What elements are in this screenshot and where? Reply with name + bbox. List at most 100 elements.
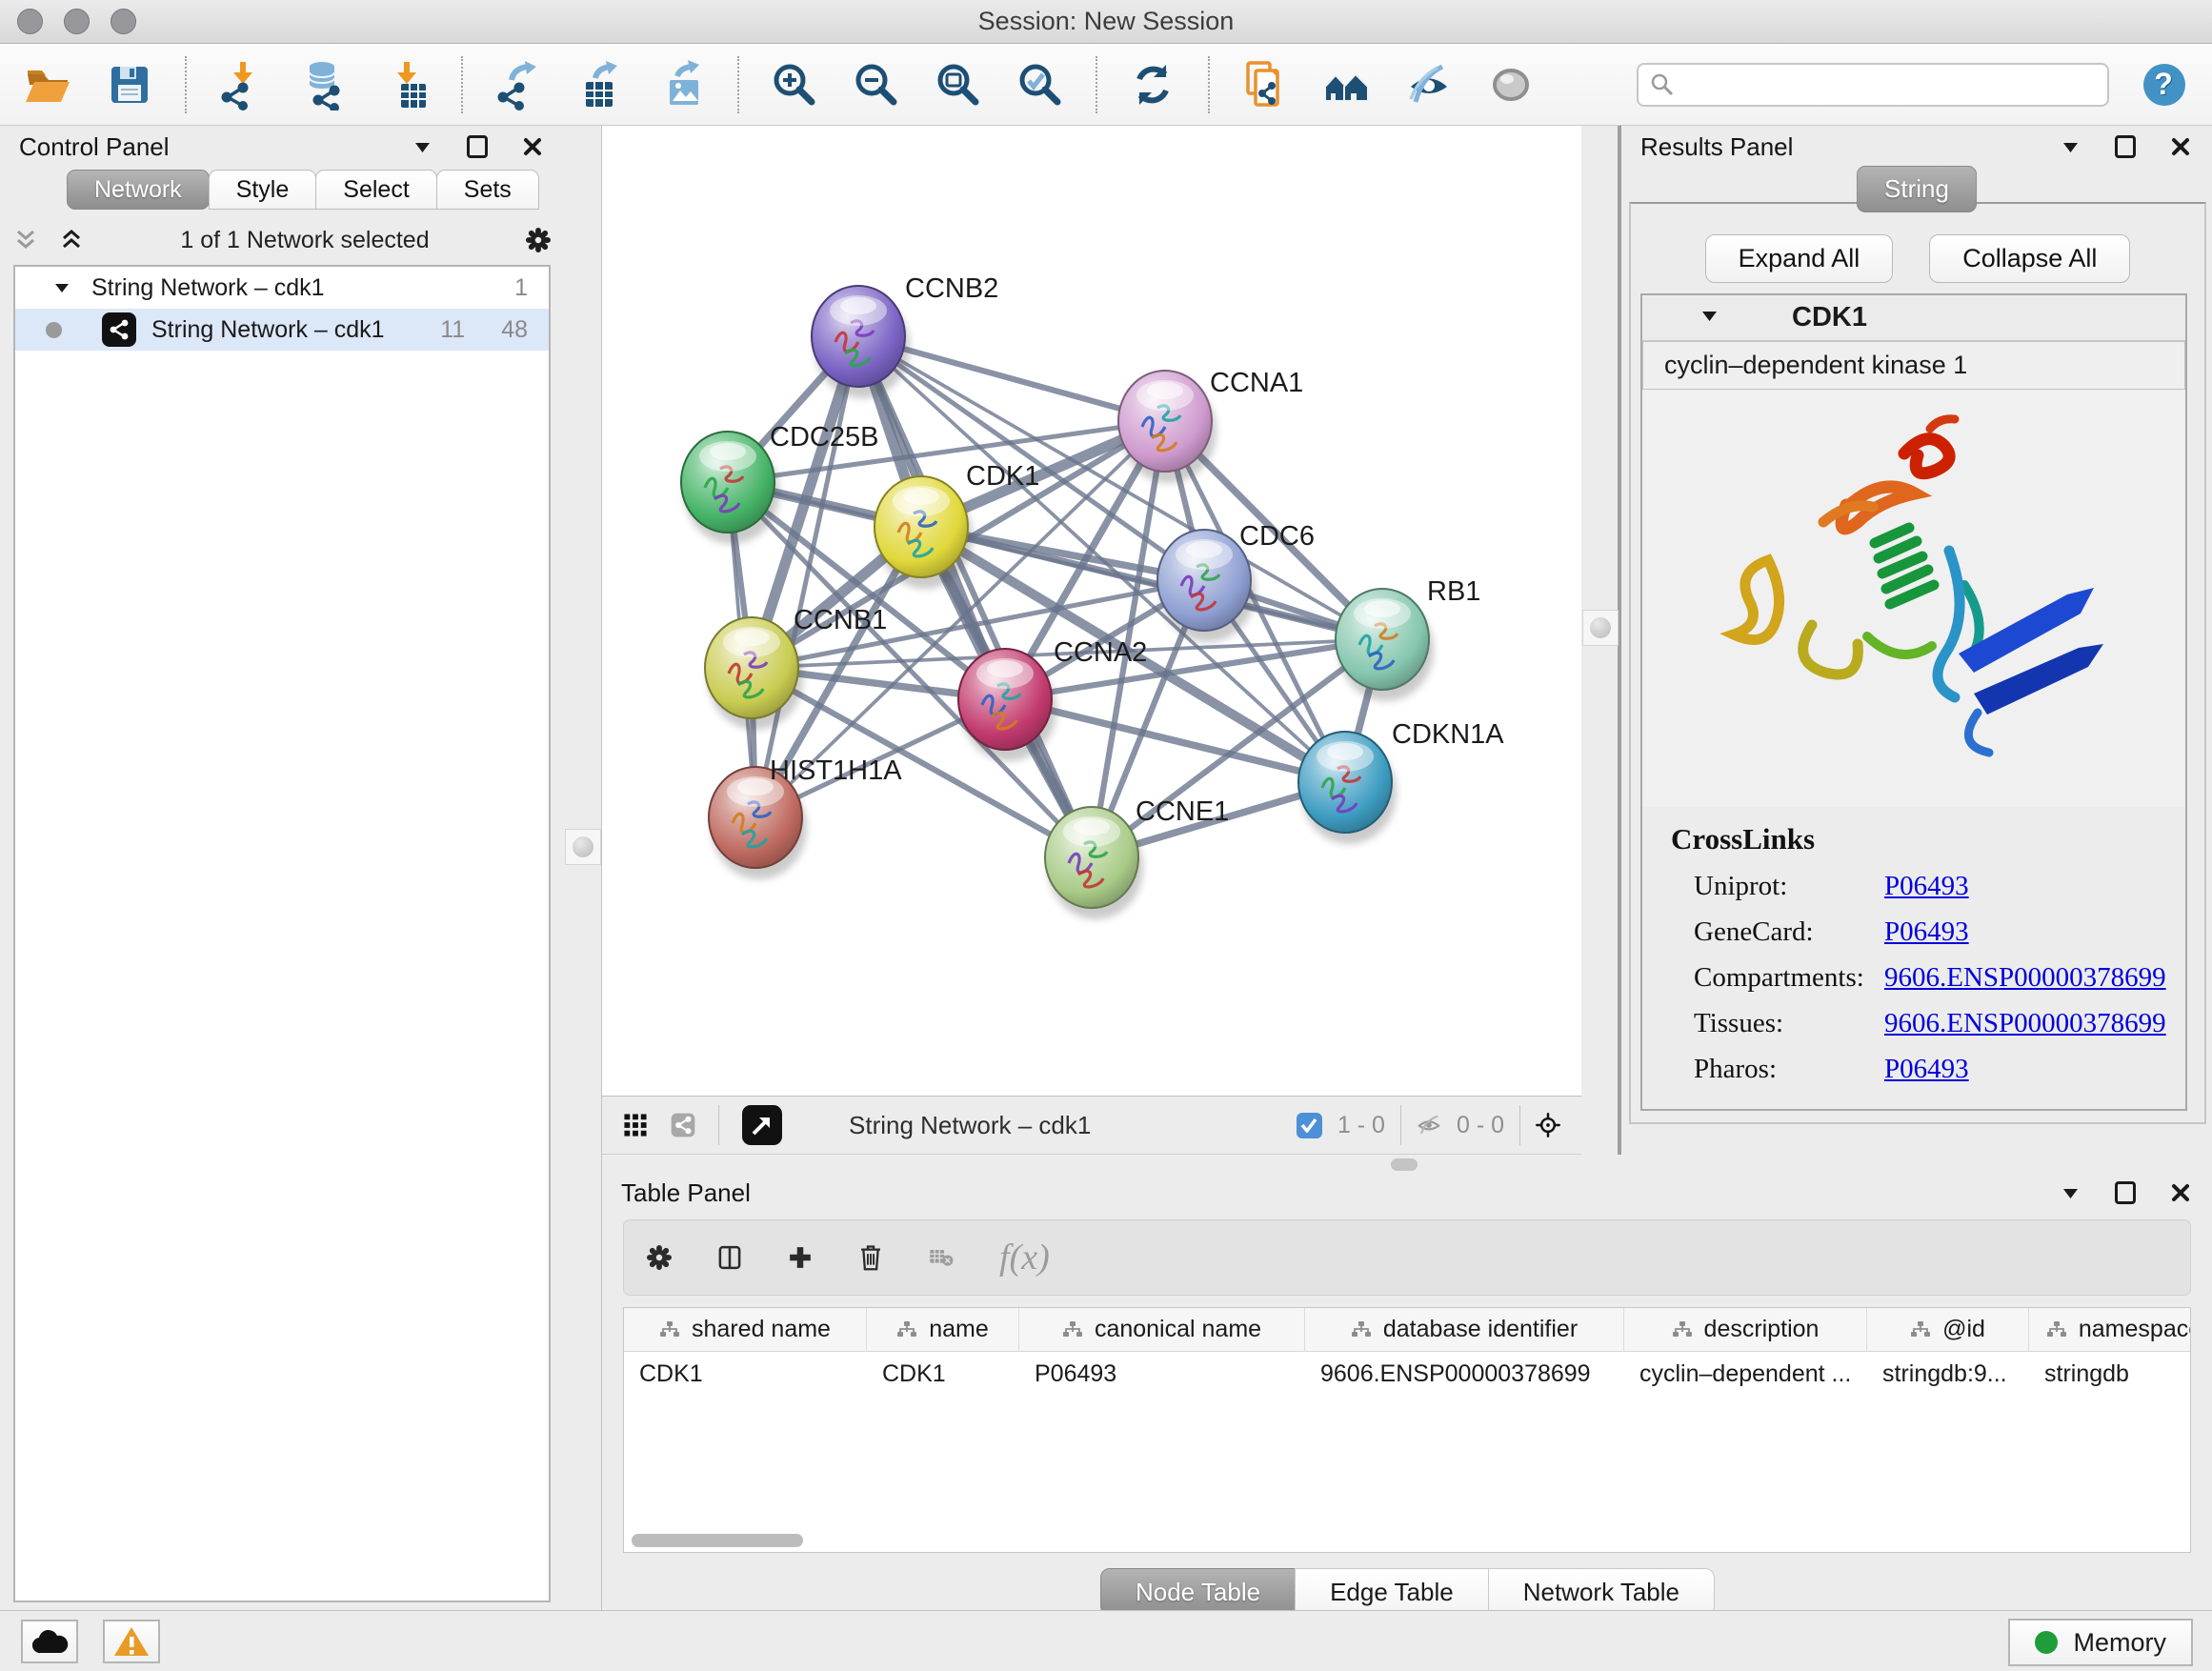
status-bar: Memory [0,1610,2212,1671]
crosslink-link[interactable]: P06493 [1884,916,1969,948]
cloud-icon [30,1628,69,1655]
network-node-CDKN1A[interactable] [1298,732,1397,844]
birds-eye-view-icon[interactable] [1536,1113,1560,1137]
warnings-button[interactable] [103,1620,160,1663]
detach-view-icon[interactable] [742,1105,782,1145]
network-node-CDC25B[interactable] [681,432,779,544]
export-table-icon[interactable] [573,58,627,111]
collapse-all-button[interactable]: Collapse All [1929,234,2130,283]
network-view-list-icon[interactable] [671,1113,695,1137]
horizontal-splitter-knob[interactable] [1391,1158,1418,1171]
zoom-fit-content-icon[interactable] [932,58,985,111]
table-panel: Table Panel f(x) [602,1172,2212,1610]
tab-string[interactable]: String [1857,166,1977,212]
show-columns-icon[interactable] [717,1245,742,1270]
network-node-CCNE1[interactable] [1045,807,1143,919]
table-tabs: Node Table Edge Table Network Table [602,1568,2212,1616]
panel-menu-icon[interactable] [2058,1180,2082,1205]
panel-menu-icon[interactable] [410,134,434,159]
collapse-all-networks-icon[interactable] [13,228,38,252]
show-graphics-details-icon[interactable] [1320,58,1374,111]
left-splitter[interactable] [564,126,602,1610]
import-network-from-file-icon[interactable] [215,58,269,111]
table-settings-gear-icon[interactable] [647,1245,672,1270]
title-bar: Session: New Session [0,0,2212,44]
tab-sets[interactable]: Sets [436,170,539,210]
panel-float-icon[interactable] [2113,1180,2138,1205]
memory-button[interactable]: Memory [2008,1619,2193,1666]
search-input[interactable] [1682,70,2096,98]
table-cell: P06493 [1019,1360,1305,1388]
section-collapse-icon[interactable] [1701,310,1718,327]
network-edge[interactable] [755,336,858,817]
function-builder-icon[interactable]: f(x) [999,1237,1050,1278]
expand-all-button[interactable]: Expand All [1705,234,1894,283]
crosslinks-section: CrossLinks Uniprot:P06493GeneCard:P06493… [1642,807,2185,1085]
crosslink-link[interactable]: P06493 [1884,1054,1969,1085]
tab-node-table[interactable]: Node Table [1100,1568,1296,1616]
export-image-icon[interactable] [655,58,709,111]
network-collection-row[interactable]: String Network – cdk1 1 [15,267,549,309]
zoom-out-icon[interactable] [850,58,903,111]
hide-selected-icon[interactable] [1402,58,1456,111]
network-node-CDK1[interactable] [875,476,973,589]
table-row[interactable]: CDK1CDK1P064939606.ENSP00000378699cyclin… [624,1352,2190,1396]
open-session-icon[interactable] [21,58,74,111]
tab-style[interactable]: Style [209,170,317,210]
column-header-name[interactable]: name [867,1308,1019,1351]
column-header-namespace[interactable]: namespace [2029,1308,2191,1351]
zoom-selected-icon[interactable] [1014,58,1067,111]
column-header-description[interactable]: description [1624,1308,1867,1351]
tree-expand-icon[interactable] [50,275,74,300]
search-box [1637,63,2109,107]
network-node-CCNA1[interactable] [1118,371,1217,483]
import-network-from-database-icon[interactable] [297,58,351,111]
export-network-icon[interactable] [492,58,545,111]
expand-all-networks-icon[interactable] [59,228,84,252]
tab-edge-table[interactable]: Edge Table [1295,1568,1489,1616]
right-splitter-knob[interactable] [1582,610,1619,646]
crosslink-link[interactable]: 9606.ENSP00000378699 [1884,1008,2166,1039]
network-options-gear-icon[interactable] [526,228,551,252]
network-node-CCNB2[interactable] [812,286,910,398]
panel-close-icon[interactable] [2168,1180,2193,1205]
column-header-shared-name[interactable]: shared name [624,1308,867,1351]
delete-table-icon-disabled[interactable] [929,1245,954,1270]
selected-nodes-checkbox-icon[interactable] [1297,1113,1322,1138]
crosslink-link[interactable]: 9606.ENSP00000378699 [1884,962,2166,994]
crosslink-link[interactable]: P06493 [1884,871,1969,902]
panel-menu-icon[interactable] [2058,134,2082,159]
apply-preferred-layout-icon[interactable] [1126,58,1179,111]
table-cell: CDK1 [624,1360,867,1388]
help-icon[interactable]: ?? [2138,58,2191,111]
network-node-RB1[interactable] [1336,589,1434,701]
left-splitter-knob[interactable] [565,829,601,865]
zoom-in-icon[interactable] [768,58,821,111]
column-header-canonical-name[interactable]: canonical name [1019,1308,1305,1351]
network-canvas[interactable]: CCNB2CCNA1CDC25BCDK1CDC6RB1CCNB1CCNA2CDK… [602,126,1581,1096]
panel-float-icon[interactable] [465,134,490,159]
gene-section-header[interactable]: CDK1 [1642,295,2185,341]
panel-close-icon[interactable] [2168,134,2193,159]
column-header--id[interactable]: @id [1867,1308,2029,1351]
toolbar-separator [718,1105,719,1145]
network-node-CCNA2[interactable] [958,649,1056,761]
tab-network[interactable]: Network [67,170,210,210]
table-horizontal-scrollbar[interactable] [632,1534,803,1547]
show-hidden-disabled-icon[interactable] [1484,58,1538,111]
grid-view-icon[interactable] [623,1113,648,1137]
panel-close-icon[interactable] [520,134,545,159]
save-session-icon[interactable] [103,58,156,111]
panel-float-icon[interactable] [2113,134,2138,159]
results-panel: Results Panel String Expand All Collapse… [1621,126,2212,1155]
first-neighbors-icon[interactable] [1238,58,1292,111]
network-row[interactable]: String Network – cdk1 11 48 [15,309,549,351]
tab-network-table[interactable]: Network Table [1488,1568,1715,1616]
delete-column-trash-icon[interactable] [858,1245,883,1270]
crosslink-label: Pharos: [1694,1054,1884,1085]
cloud-button[interactable] [21,1620,78,1663]
tab-select[interactable]: Select [315,170,436,210]
add-column-icon[interactable] [788,1245,813,1270]
column-header-database-identifier[interactable]: database identifier [1305,1308,1624,1351]
import-table-from-file-icon[interactable] [379,58,432,111]
